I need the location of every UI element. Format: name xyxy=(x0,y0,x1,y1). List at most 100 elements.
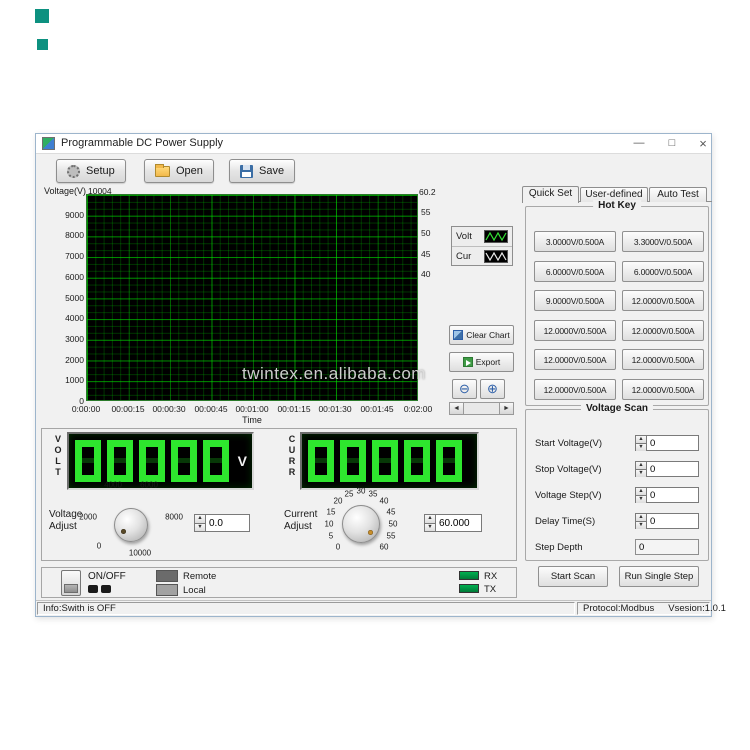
voltage-adjust-label: Voltage Adjust xyxy=(49,509,82,533)
scroll-right-icon[interactable]: ► xyxy=(499,403,513,414)
y-axis-tick: 9000 xyxy=(38,210,84,220)
current-set-field[interactable] xyxy=(435,514,482,532)
knob-scale-tick: 6000 xyxy=(140,481,158,490)
run-single-step-button[interactable]: Run Single Step xyxy=(619,566,699,587)
x-axis-tick: 00:00:15 xyxy=(111,404,144,414)
decrement-arrow-icon[interactable]: ▼ xyxy=(636,521,646,529)
scroll-left-icon[interactable]: ◄ xyxy=(450,403,464,414)
vendor-watermark: twintex.en.alibaba.com xyxy=(242,364,426,384)
hotkey-button[interactable]: 12.0000V/0.500A xyxy=(622,290,704,311)
knob-scale-tick: 5 xyxy=(329,532,333,541)
decrement-arrow-icon[interactable]: ▼ xyxy=(636,443,646,451)
seg-digit xyxy=(171,440,197,482)
delay-time-control: ▲ ▼ xyxy=(635,513,699,529)
cur-trace-toggle[interactable]: Cur xyxy=(452,246,512,265)
voltage-adjust-label-line1: Voltage xyxy=(49,509,82,521)
decrement-arrow-icon[interactable]: ▼ xyxy=(636,495,646,503)
voltage-adjust-knob[interactable] xyxy=(114,508,148,542)
switch-icon xyxy=(101,585,111,593)
hotkey-button[interactable]: 3.3000V/0.500A xyxy=(622,231,704,252)
zoom-in-button[interactable]: ⊕ xyxy=(480,379,505,399)
voltage-step-field[interactable] xyxy=(646,487,699,503)
voltage-step-control: ▲ ▼ xyxy=(635,487,699,503)
app-window: Programmable DC Power Supply — □ × Setup… xyxy=(35,133,712,617)
decrement-arrow-icon[interactable]: ▼ xyxy=(195,523,205,532)
knob-scale-tick: 60 xyxy=(380,543,389,552)
stop-voltage-label: Stop Voltage(V) xyxy=(535,464,635,475)
maximize-button[interactable]: □ xyxy=(661,135,683,152)
knob-scale-tick: 10 xyxy=(325,520,334,529)
current-knob-indicator-dot xyxy=(368,530,373,535)
export-button[interactable]: Export xyxy=(449,352,514,372)
hotkey-button[interactable]: 12.0000V/0.500A xyxy=(622,379,704,400)
curr-letter: R xyxy=(286,467,298,478)
curr-letter: R xyxy=(286,456,298,467)
hotkey-button[interactable]: 12.0000V/0.500A xyxy=(534,320,616,341)
volt-letter: O xyxy=(52,445,64,456)
delay-time-field[interactable] xyxy=(646,513,699,529)
current-set-control: ▲ ▼ xyxy=(424,514,482,532)
decrement-arrow-icon[interactable]: ▼ xyxy=(636,469,646,477)
open-button[interactable]: Open xyxy=(144,159,214,183)
volt-trace-toggle[interactable]: Volt xyxy=(452,227,512,246)
hotkey-button[interactable]: 12.0000V/0.500A xyxy=(534,349,616,370)
tab-auto-test[interactable]: Auto Test xyxy=(649,187,707,202)
y-axis-tick: 2000 xyxy=(38,355,84,365)
y-axis-tick: 3000 xyxy=(38,334,84,344)
version-label: Vsesion:1.0.1 xyxy=(668,603,726,614)
volt-letter: V xyxy=(52,434,64,445)
power-toggle-switch[interactable] xyxy=(61,570,81,596)
hotkey-button[interactable]: 3.0000V/0.500A xyxy=(534,231,616,252)
hotkey-button[interactable]: 12.0000V/0.500A xyxy=(622,320,704,341)
hotkey-button[interactable]: 6.0000V/0.500A xyxy=(534,261,616,282)
zoom-out-button[interactable]: ⊖ xyxy=(452,379,477,399)
y-axis-tick: 7000 xyxy=(38,251,84,261)
decrement-arrow-icon[interactable]: ▼ xyxy=(425,523,435,532)
switch-icon xyxy=(88,585,98,593)
chart-scrollbar[interactable]: ◄ ► xyxy=(449,402,514,415)
increment-arrow-icon[interactable]: ▲ xyxy=(195,515,205,523)
increment-arrow-icon[interactable]: ▲ xyxy=(636,462,646,469)
knob-scale-tick: 20 xyxy=(334,497,343,506)
tab-quick-set[interactable]: Quick Set xyxy=(522,186,579,203)
increment-arrow-icon[interactable]: ▲ xyxy=(636,436,646,443)
window-title: Programmable DC Power Supply xyxy=(61,137,223,149)
voltage-scan-group-title: Voltage Scan xyxy=(581,403,653,414)
knob-scale-tick: 8000 xyxy=(165,513,183,522)
close-button[interactable]: × xyxy=(692,135,714,152)
hotkey-button[interactable]: 9.0000V/0.500A xyxy=(534,290,616,311)
folder-icon xyxy=(155,166,170,177)
step-depth-label: Step Depth xyxy=(535,542,635,553)
open-button-label: Open xyxy=(176,165,203,177)
export-icon xyxy=(463,357,473,367)
save-button[interactable]: Save xyxy=(229,159,295,183)
hotkey-button[interactable]: 12.0000V/0.500A xyxy=(622,349,704,370)
knob-scale-tick: 40 xyxy=(380,497,389,506)
y2-axis-tick: 60.2 xyxy=(419,187,436,197)
increment-arrow-icon[interactable]: ▲ xyxy=(636,488,646,495)
scan-field-row: Start Voltage(V) ▲ ▼ xyxy=(535,434,699,452)
current-adjust-knob[interactable] xyxy=(342,505,380,543)
status-info: Info:Swith is OFF xyxy=(37,602,575,615)
start-scan-button[interactable]: Start Scan xyxy=(538,566,608,587)
hotkey-button[interactable]: 6.0000V/0.500A xyxy=(622,261,704,282)
setup-button[interactable]: Setup xyxy=(56,159,126,183)
x-axis-tick: 00:01:15 xyxy=(277,404,310,414)
start-voltage-field[interactable] xyxy=(646,435,699,451)
knob-scale-tick: 25 xyxy=(345,490,354,499)
hotkey-button[interactable]: 12.0000V/0.500A xyxy=(534,379,616,400)
seg-digit xyxy=(308,440,334,482)
increment-arrow-icon[interactable]: ▲ xyxy=(425,515,435,523)
minimize-button[interactable]: — xyxy=(628,135,650,152)
scan-field-row: Voltage Step(V) ▲ ▼ xyxy=(535,486,699,504)
stop-voltage-field[interactable] xyxy=(646,461,699,477)
seg-digit xyxy=(75,440,101,482)
status-protocol-cell: Protocol:Modbus Vsesion:1.0.1 xyxy=(577,602,710,615)
increment-arrow-icon[interactable]: ▲ xyxy=(636,514,646,521)
setup-button-label: Setup xyxy=(86,165,115,177)
x-axis-tick: 00:01:45 xyxy=(360,404,393,414)
step-depth-field[interactable] xyxy=(635,539,699,555)
voltage-set-field[interactable] xyxy=(205,514,250,532)
stop-voltage-control: ▲ ▼ xyxy=(635,461,699,477)
clear-chart-button[interactable]: Clear Chart xyxy=(449,325,514,345)
